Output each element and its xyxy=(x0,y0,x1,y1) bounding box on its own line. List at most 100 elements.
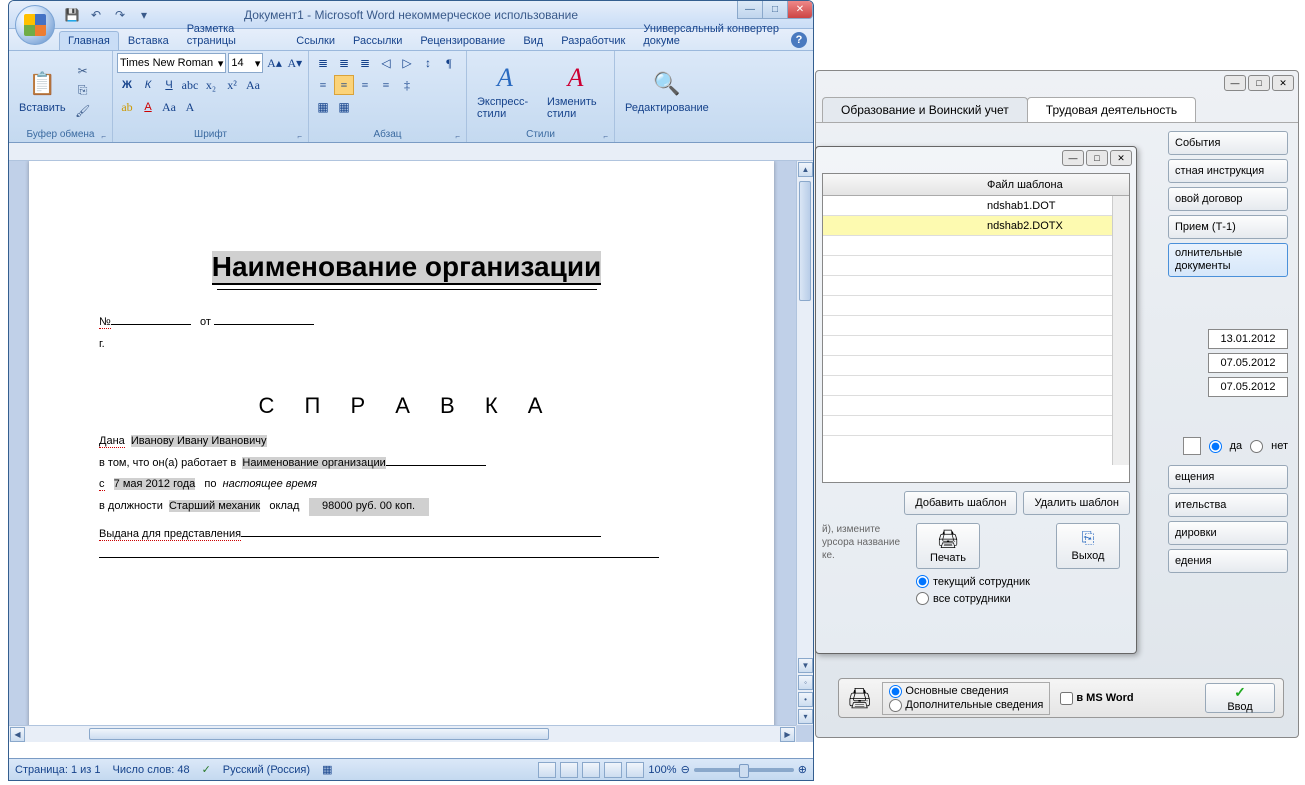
add-template-button[interactable]: Добавить шаблон xyxy=(904,491,1017,515)
btn-instruction[interactable]: стная инструкция xyxy=(1168,159,1288,183)
grid-row[interactable]: ndshab1.DOT xyxy=(823,196,1129,216)
superscript-button[interactable]: x² xyxy=(222,75,242,95)
exit-button[interactable]: ⎘Выход xyxy=(1056,523,1120,569)
template-grid[interactable]: Файл шаблона ndshab1.DOT ndshab2.DOTX xyxy=(822,173,1130,483)
tab-view[interactable]: Вид xyxy=(514,31,552,50)
btn-t1[interactable]: Прием (Т-1) xyxy=(1168,215,1288,239)
radio-current[interactable] xyxy=(916,575,929,588)
btn-more[interactable]: ительства xyxy=(1168,493,1288,517)
change-styles-button[interactable]: AИзменить стили xyxy=(541,60,610,122)
scroll-up-icon[interactable]: ▲ xyxy=(798,162,813,177)
btn-more[interactable]: ещения xyxy=(1168,465,1288,489)
minimize-button[interactable]: — xyxy=(1224,75,1246,91)
radio-yes[interactable] xyxy=(1209,440,1222,453)
radio-no[interactable] xyxy=(1250,440,1263,453)
print-button[interactable]: 🖨Печать xyxy=(916,523,980,569)
text-effects-button[interactable]: A xyxy=(180,97,200,117)
zoom-in-icon[interactable]: ⊕ xyxy=(798,763,807,776)
view-draft-icon[interactable] xyxy=(626,762,644,778)
btn-more[interactable]: едения xyxy=(1168,549,1288,573)
tab-education[interactable]: Образование и Воинский учет xyxy=(822,97,1028,122)
indent-right-button[interactable]: ▷ xyxy=(397,53,417,73)
copy-icon[interactable]: ⎘ xyxy=(74,82,92,100)
browse-icon[interactable]: • xyxy=(798,692,813,707)
grid-row[interactable] xyxy=(823,256,1129,276)
checkbox[interactable] xyxy=(1183,437,1201,455)
document-page[interactable]: Наименование организации № от г. С П Р А… xyxy=(29,161,774,742)
multilevel-button[interactable]: ≣ xyxy=(355,53,375,73)
page-status[interactable]: Страница: 1 из 1 xyxy=(15,764,101,776)
shrink-font-icon[interactable]: A▾ xyxy=(286,53,304,73)
line-spacing-button[interactable]: ‡ xyxy=(397,75,417,95)
scroll-right-icon[interactable]: ▶ xyxy=(780,727,795,742)
tab-layout[interactable]: Разметка страницы xyxy=(178,19,287,50)
ruler[interactable] xyxy=(9,143,813,161)
font-name-select[interactable]: Times New Roman▾ xyxy=(117,53,226,73)
justify-button[interactable]: ≡ xyxy=(376,75,396,95)
quick-styles-button[interactable]: AЭкспресс-стили xyxy=(471,60,539,122)
office-button[interactable] xyxy=(15,5,55,45)
delete-template-button[interactable]: Удалить шаблон xyxy=(1023,491,1130,515)
change-case-button[interactable]: Aa xyxy=(243,75,263,95)
shading-button[interactable]: ▦ xyxy=(313,97,333,117)
bullets-button[interactable]: ≣ xyxy=(313,53,333,73)
zoom-slider[interactable] xyxy=(694,768,794,772)
btn-events[interactable]: События xyxy=(1168,131,1288,155)
font-color-button[interactable]: A xyxy=(138,97,158,117)
radio-extra[interactable] xyxy=(889,699,902,712)
btn-contract[interactable]: овой договор xyxy=(1168,187,1288,211)
prev-page-icon[interactable]: ◦ xyxy=(798,675,813,690)
strike-button[interactable]: abc xyxy=(180,75,200,95)
align-right-button[interactable]: ≡ xyxy=(355,75,375,95)
checkbox-msword[interactable] xyxy=(1060,692,1073,705)
grow-font-icon[interactable]: A▴ xyxy=(265,53,283,73)
scroll-down-icon[interactable]: ▼ xyxy=(798,658,813,673)
radio-basic[interactable] xyxy=(889,685,902,698)
radio-all[interactable] xyxy=(916,592,929,605)
numbering-button[interactable]: ≣ xyxy=(334,53,354,73)
close-button[interactable]: ✕ xyxy=(1110,150,1132,166)
grid-row[interactable] xyxy=(823,316,1129,336)
btn-extra-docs[interactable]: олнительные документы xyxy=(1168,243,1288,277)
subscript-button[interactable]: x₂ xyxy=(201,75,221,95)
grid-row[interactable] xyxy=(823,396,1129,416)
hscroll-thumb[interactable] xyxy=(89,728,549,740)
date-field[interactable]: 07.05.2012 xyxy=(1208,353,1288,373)
printer-icon[interactable]: 🖨 xyxy=(847,686,872,711)
italic-button[interactable]: К xyxy=(138,75,158,95)
grid-row[interactable] xyxy=(823,376,1129,396)
spell-icon[interactable]: ✓ xyxy=(202,763,211,776)
tab-work[interactable]: Трудовая деятельность xyxy=(1027,97,1196,122)
paste-button[interactable]: 📋Вставить xyxy=(13,66,72,116)
tab-home[interactable]: Главная xyxy=(59,31,119,50)
grid-row[interactable] xyxy=(823,356,1129,376)
grid-row[interactable] xyxy=(823,416,1129,436)
align-center-button[interactable]: ≡ xyxy=(334,75,354,95)
view-outline-icon[interactable] xyxy=(604,762,622,778)
submit-button[interactable]: ✓Ввод xyxy=(1205,683,1275,713)
language-status[interactable]: Русский (Россия) xyxy=(223,764,310,776)
view-print-icon[interactable] xyxy=(538,762,556,778)
save-icon[interactable]: 💾 xyxy=(63,5,81,25)
scroll-thumb[interactable] xyxy=(799,181,811,301)
vertical-scrollbar[interactable]: ▲ ▼ ◦ • ▾ xyxy=(796,161,813,725)
next-page-icon[interactable]: ▾ xyxy=(798,709,813,724)
minimize-button[interactable]: — xyxy=(737,1,763,19)
underline-button[interactable]: Ч xyxy=(159,75,179,95)
grid-row[interactable] xyxy=(823,236,1129,256)
view-web-icon[interactable] xyxy=(582,762,600,778)
zoom-level[interactable]: 100% xyxy=(648,764,676,776)
borders-button[interactable]: ▦ xyxy=(334,97,354,117)
close-button[interactable]: ✕ xyxy=(1272,75,1294,91)
grid-scrollbar[interactable] xyxy=(1112,196,1129,465)
grid-row[interactable]: ndshab2.DOTX xyxy=(823,216,1129,236)
grid-row[interactable] xyxy=(823,276,1129,296)
show-marks-button[interactable]: ¶ xyxy=(439,53,459,73)
clear-format-button[interactable]: Aa xyxy=(159,97,179,117)
msword-check[interactable]: в MS Word xyxy=(1060,692,1133,705)
macro-icon[interactable]: ▦ xyxy=(322,763,332,776)
maximize-button[interactable]: □ xyxy=(762,1,788,19)
close-button[interactable]: ✕ xyxy=(787,1,813,19)
find-button[interactable]: 🔍Редактирование xyxy=(619,66,715,116)
minimize-button[interactable]: — xyxy=(1062,150,1084,166)
